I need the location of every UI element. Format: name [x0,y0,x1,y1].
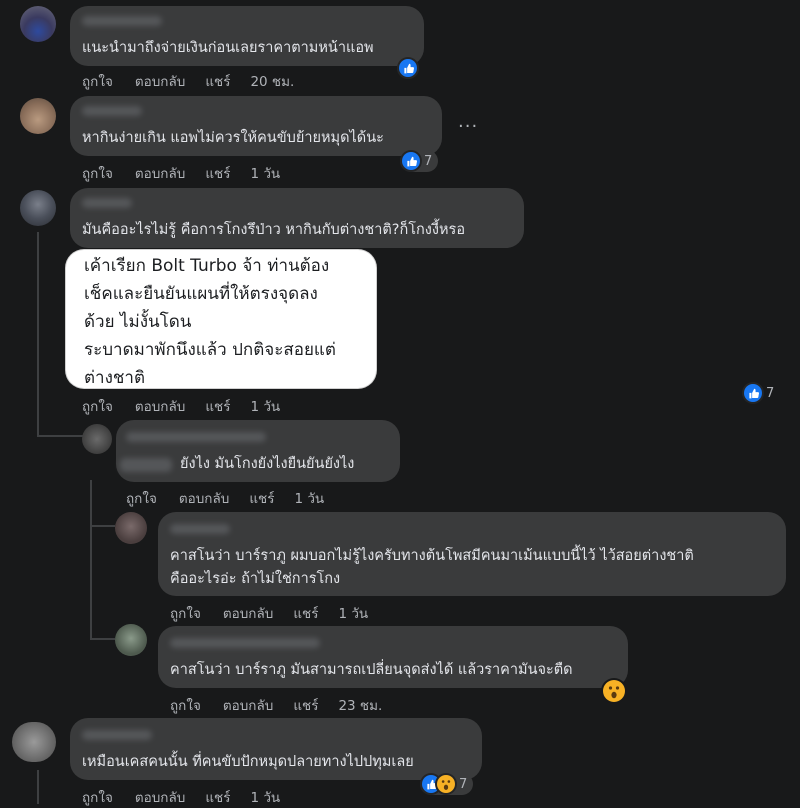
image-text-line: ด้วย ไม่งั้นโดน [84,312,192,332]
avatar[interactable] [82,424,112,454]
like-link[interactable]: ถูกใจ [82,786,113,808]
comment-time[interactable]: 20 ชม. [250,70,294,92]
thread-line [37,770,39,804]
comment-text: หากินง่ายเกิน แอพไม่ควรให้คนขับย้ายหมุดไ… [82,130,384,146]
avatar[interactable] [20,190,56,226]
reaction-count: 7 [424,153,433,169]
reaction-count: 7 [459,776,468,792]
comment-actions: ถูกใจ ตอบกลับ แชร์ 1 วัน [82,162,280,184]
comment-actions: ถูกใจ ตอบกลับ แชร์ 1 วัน [170,602,368,624]
share-link[interactable]: แชร์ [205,70,230,92]
like-link[interactable]: ถูกใจ [170,694,201,716]
thread-line [90,525,115,527]
comment-actions: ถูกใจ ตอบกลับ แชร์ 1 วัน [82,786,280,808]
comment-time[interactable]: 1 วัน [294,487,324,509]
blurred-author-name [170,638,320,648]
reply-link[interactable]: ตอบกลับ [223,694,273,716]
avatar[interactable] [20,98,56,134]
like-link[interactable]: ถูกใจ [82,395,113,417]
comment-text: คืออะไรอ่ะ ถ้าไม่ใช่การโกง [170,571,341,587]
share-link[interactable]: แชร์ [293,602,318,624]
blurred-author-name [82,730,152,740]
comment-text: ยังไง มันโกงยังไงยืนยันยังไง [180,456,355,472]
like-link[interactable]: ถูกใจ [82,162,113,184]
share-link[interactable]: แชร์ [205,395,230,417]
image-text-line: เค้าเรียก Bolt Turbo จ้า ท่านต้อง [84,256,330,276]
thumbs-up-icon [399,59,417,77]
comment-bubble: หากินง่ายเกิน แอพไม่ควรให้คนขับย้ายหมุดไ… [70,96,442,156]
wow-face-icon [437,775,455,793]
comment-text: คาสโนว่า บาร์ราภู ผมบอกไม่รู้ไงครับทางต้… [170,548,694,564]
comment-bubble: คาสโนว่า บาร์ราภู ผมบอกไม่รู้ไงครับทางต้… [158,512,786,596]
comment-bubble: เหมือนเคสคนนั้น ที่คนขับปักหมุดปลายทางไป… [70,718,482,780]
comment-actions: ถูกใจ ตอบกลับ แชร์ 1 วัน [126,487,324,509]
image-text-line: เช็คและยืนยันแผนที่ให้ตรงจุดลง [84,284,318,304]
reply-link[interactable]: ตอบกลับ [179,487,229,509]
comment-bubble: คาสโนว่า บาร์ราภู มันสามารถเปลี่ยนจุดส่ง… [158,626,628,688]
like-link[interactable]: ถูกใจ [170,602,201,624]
thread-line [90,480,92,640]
reaction-summary[interactable]: 7 [742,382,780,404]
comment-time[interactable]: 1 วัน [250,395,280,417]
share-link[interactable]: แชร์ [293,694,318,716]
blurred-author-name [82,106,142,116]
comment-bubble: ยังไง มันโกงยังไงยืนยันยังไง [116,420,400,482]
share-link[interactable]: แชร์ [249,487,274,509]
comment-bubble: แนะนำมาถึงจ่ายเงินก่อนเลยราคาตามหน้าแอพ [70,6,424,66]
share-link[interactable]: แชร์ [205,786,230,808]
thread-line [90,638,115,640]
blurred-author-name [82,198,132,208]
avatar[interactable] [115,512,147,544]
image-text-line: ต่างชาติ [84,368,146,388]
comment-actions: ถูกใจ ตอบกลับ แชร์ 1 วัน [82,395,280,417]
thread-line [37,435,87,437]
wow-face-icon[interactable] [603,680,625,702]
comment-time[interactable]: 1 วัน [338,602,368,624]
comment-text: คาสโนว่า บาร์ราภู มันสามารถเปลี่ยนจุดส่ง… [170,662,573,678]
image-text-line: ระบาดมาพักนึงแล้ว ปกติจะสอยแต่ [84,340,336,360]
blurred-author-name [126,432,266,442]
share-link[interactable]: แชร์ [205,162,230,184]
reaction-summary[interactable] [397,57,419,79]
reply-link[interactable]: ตอบกลับ [223,602,273,624]
comment-bubble: มันคืออะไรไม่รู้ คือการโกงรึป่าว หากินกั… [70,188,524,248]
more-dots-icon[interactable]: ··· [458,116,478,137]
like-link[interactable]: ถูกใจ [82,70,113,92]
like-link[interactable]: ถูกใจ [126,487,157,509]
comment-text: แนะนำมาถึงจ่ายเงินก่อนเลยราคาตามหน้าแอพ [82,40,374,56]
thread-line [37,232,39,437]
comment-time[interactable]: 1 วัน [250,162,280,184]
comment-time[interactable]: 23 ชม. [338,694,382,716]
blurred-author-name [120,458,172,472]
thumbs-up-icon [744,384,762,402]
avatar[interactable] [20,6,56,42]
reply-link[interactable]: ตอบกลับ [135,786,185,808]
reply-link[interactable]: ตอบกลับ [135,70,185,92]
blurred-author-name [82,16,162,26]
comment-text: มันคืออะไรไม่รู้ คือการโกงรึป่าว หากินกั… [82,222,466,238]
comment-actions: ถูกใจ ตอบกลับ แชร์ 20 ชม. [82,70,294,92]
reaction-summary[interactable]: 7 [420,773,474,795]
reaction-count: 7 [766,385,775,401]
comment-actions: ถูกใจ ตอบกลับ แชร์ 23 ชม. [170,694,382,716]
reply-link[interactable]: ตอบกลับ [135,395,185,417]
reaction-summary[interactable]: 7 [400,150,439,172]
blurred-author-name [170,524,230,534]
avatar[interactable] [12,722,56,762]
reply-link[interactable]: ตอบกลับ [135,162,185,184]
comment-image[interactable]: เค้าเรียก Bolt Turbo จ้า ท่านต้อง เช็คแล… [66,250,376,388]
thumbs-up-icon [402,152,420,170]
avatar[interactable] [115,624,147,656]
comment-time[interactable]: 1 วัน [250,786,280,808]
comment-text: เหมือนเคสคนนั้น ที่คนขับปักหมุดปลายทางไป… [82,754,414,770]
